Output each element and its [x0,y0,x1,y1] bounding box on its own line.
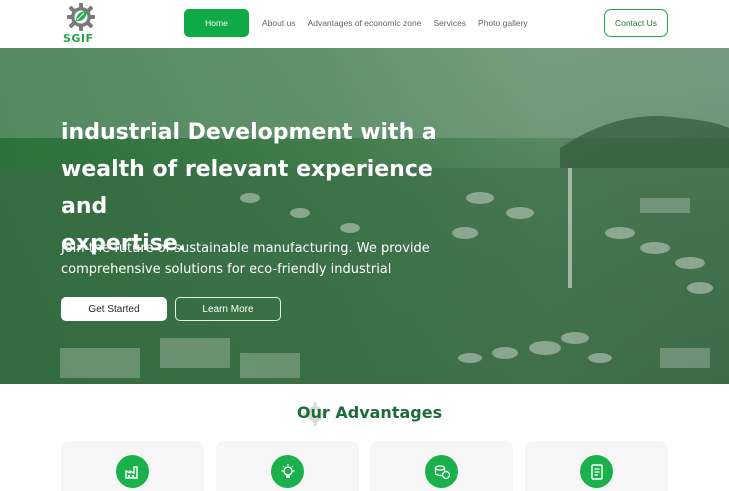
nav-home-button[interactable]: Home [184,9,249,37]
nav-photo-gallery[interactable]: Photo gallery [478,18,528,28]
hero-subtitle: Join the future of sustainable manufactu… [61,238,461,280]
hero-title-line: industrial Development with a [61,120,437,145]
main-nav: Home About us Advantages of economic zon… [184,9,540,37]
lightbulb-icon [271,455,304,488]
hero-title-line: wealth of relevant experience and [61,157,433,219]
coins-icon [425,455,458,488]
get-started-button[interactable]: Get Started [61,297,167,321]
nav-about-us[interactable]: About us [262,18,296,28]
contact-us-button[interactable]: Contact Us [604,9,668,37]
hero-section: industrial Development with a wealth of … [0,48,729,384]
brand-name: SGIF [63,32,94,45]
advantages-heading: Our Advantages [296,403,443,422]
site-header: SGIF Home About us Advantages of economi… [0,0,729,48]
advantage-card[interactable] [525,441,668,491]
advantage-card[interactable] [216,441,359,491]
nav-advantages[interactable]: Advantages of economic zone [308,18,422,28]
hero-subtitle-line: comprehensive solutions for eco-friendly… [61,262,392,277]
nav-services[interactable]: Services [433,18,466,28]
learn-more-button[interactable]: Learn More [175,297,281,321]
advantage-card[interactable] [370,441,513,491]
hero-subtitle-line: Join the future of sustainable manufactu… [61,241,430,256]
advantage-card[interactable] [61,441,204,491]
factory-icon [116,455,149,488]
gear-leaf-logo-icon [67,3,95,31]
brand-logo[interactable]: SGIF [62,2,100,46]
document-icon [580,455,613,488]
